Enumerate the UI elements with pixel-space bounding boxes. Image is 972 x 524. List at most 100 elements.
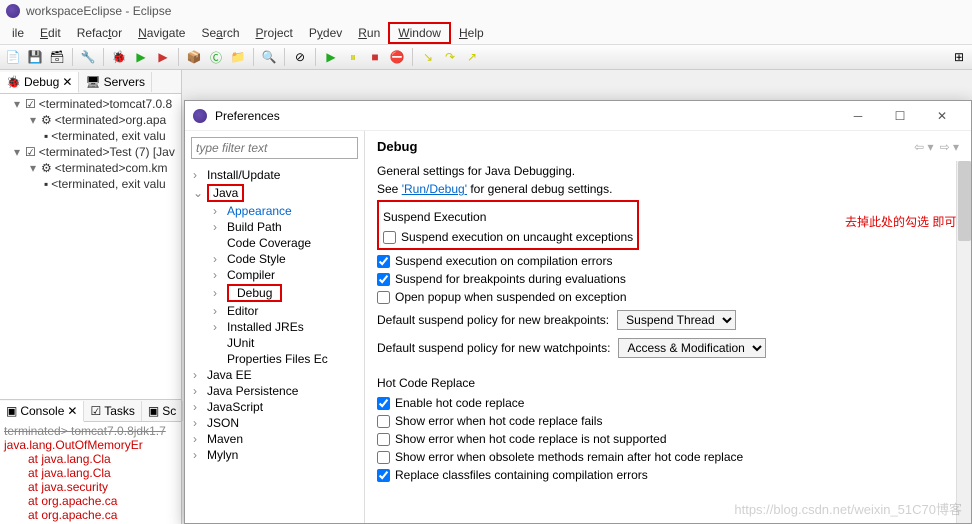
menu-window[interactable]: Window: [388, 22, 451, 44]
menu-pydev[interactable]: Pydev: [301, 24, 350, 42]
back-icon[interactable]: ⇦ ▾: [914, 140, 933, 154]
tree-propfiles[interactable]: Properties Files Ec: [185, 351, 364, 367]
stop-icon[interactable]: ■: [366, 48, 384, 66]
tree-debug[interactable]: ›Debug: [185, 283, 364, 303]
minimize-button[interactable]: ─: [837, 102, 879, 130]
tree-row[interactable]: ▪ <terminated, exit valu: [0, 176, 181, 192]
new-class-icon[interactable]: Ⓒ: [207, 48, 225, 66]
tree-java[interactable]: ⌄Java: [185, 183, 364, 203]
maximize-button[interactable]: ☐: [879, 102, 921, 130]
save-all-icon[interactable]: 🗃: [48, 48, 66, 66]
preferences-dialog: Preferences ─ ☐ ✕ ›Install/Update ⌄Java …: [184, 100, 972, 524]
tree-maven[interactable]: ›Maven: [185, 431, 364, 447]
tree-row[interactable]: ▾⚙ <terminated>org.apa: [0, 112, 181, 128]
tree-row[interactable]: ▾☑ <terminated>tomcat7.0.8: [0, 96, 181, 112]
tree-mylyn[interactable]: ›Mylyn: [185, 447, 364, 463]
tab-debug[interactable]: 🐞 Debug ✕: [0, 72, 79, 93]
menu-search[interactable]: Search: [193, 24, 247, 42]
suspend-group-title: Suspend Execution: [383, 210, 633, 224]
tree-javapers[interactable]: ›Java Persistence: [185, 383, 364, 399]
tree-install[interactable]: ›Install/Update: [185, 167, 364, 183]
menu-project[interactable]: Project: [248, 24, 301, 42]
new-icon[interactable]: 📄: [4, 48, 22, 66]
tree-row[interactable]: ▾☑ <terminated>Test (7) [Jav: [0, 144, 181, 160]
title-bar: workspaceEclipse - Eclipse: [0, 0, 972, 22]
check-hot-fails[interactable]: Show error when hot code replace fails: [377, 412, 959, 430]
check-breakpoints[interactable]: Suspend for breakpoints during evaluatio…: [377, 270, 959, 288]
menu-refactor[interactable]: Refactor: [69, 24, 130, 42]
checkbox-uncaught[interactable]: [383, 231, 396, 244]
menu-edit[interactable]: Edit: [32, 24, 69, 42]
step-over-icon[interactable]: ↷: [441, 48, 459, 66]
bp-policy-row: Default suspend policy for new breakpoin…: [377, 306, 959, 334]
tree-row[interactable]: ▾⚙ <terminated>com.km: [0, 160, 181, 176]
scroll-thumb[interactable]: [958, 161, 971, 241]
filter-box: [191, 137, 358, 159]
bp-label: Default suspend policy for new breakpoin…: [377, 313, 609, 327]
tab-servers[interactable]: 🖥 Servers: [79, 72, 152, 92]
stacktrace: java.lang.OutOfMemoryEr at java.lang.Cla…: [4, 438, 177, 522]
tree-row[interactable]: ▪ <terminated, exit valu: [0, 128, 181, 144]
run-ext-icon[interactable]: ▶: [154, 48, 172, 66]
tab-tasks[interactable]: ☑ Tasks: [84, 401, 141, 421]
tab-console[interactable]: ▣ Console ✕: [0, 401, 84, 422]
perspective-icon[interactable]: ⊞: [950, 48, 968, 66]
debug-icon[interactable]: 🐞: [110, 48, 128, 66]
run-icon[interactable]: ▶: [132, 48, 150, 66]
tree-compiler[interactable]: ›Compiler: [185, 267, 364, 283]
search-icon[interactable]: 🔍: [260, 48, 278, 66]
tree-junit[interactable]: JUnit: [185, 335, 364, 351]
step-return-icon[interactable]: ↗: [463, 48, 481, 66]
prefs-page-header: Debug ⇦ ▾ ⇨ ▾: [377, 139, 959, 154]
suspend-box: Suspend Execution Suspend execution on u…: [377, 200, 639, 250]
tree-codecov[interactable]: Code Coverage: [185, 235, 364, 251]
check-hot-obsolete[interactable]: Show error when obsolete methods remain …: [377, 448, 959, 466]
run-debug-link[interactable]: 'Run/Debug': [402, 182, 467, 196]
toolbar: 📄 💾 🗃 🔧 🐞 ▶ ▶ 📦 Ⓒ 📁 🔍 ⊘ ▶ ⏸ ■ ⛔ ↘ ↷ ↗ ⊞: [0, 44, 972, 70]
step-into-icon[interactable]: ↘: [419, 48, 437, 66]
checkbox-compilation[interactable]: [377, 255, 390, 268]
tree-buildpath[interactable]: ›Build Path: [185, 219, 364, 235]
skip-bp-icon[interactable]: ⊘: [291, 48, 309, 66]
check-uncaught[interactable]: Suspend execution on uncaught exceptions: [383, 228, 633, 246]
console-tabs: ▣ Console ✕ ☑ Tasks ▣ Sc: [0, 400, 181, 422]
dialog-body: ›Install/Update ⌄Java ›Appearance ›Build…: [185, 131, 971, 523]
bp-select[interactable]: Suspend Thread: [617, 310, 736, 330]
menu-run[interactable]: Run: [350, 24, 388, 42]
checkbox-breakpoints[interactable]: [377, 273, 390, 286]
tree-json[interactable]: ›JSON: [185, 415, 364, 431]
checkbox-popup[interactable]: [377, 291, 390, 304]
new-pkg-icon[interactable]: 📦: [185, 48, 203, 66]
forward-icon[interactable]: ⇨ ▾: [940, 140, 959, 154]
menu-navigate[interactable]: Navigate: [130, 24, 193, 42]
check-hot-unsupported[interactable]: Show error when hot code replace is not …: [377, 430, 959, 448]
filter-input[interactable]: [191, 137, 358, 159]
suspend-icon[interactable]: ⏸: [344, 48, 362, 66]
save-icon[interactable]: 💾: [26, 48, 44, 66]
check-hot-replace[interactable]: Replace classfiles containing compilatio…: [377, 466, 959, 484]
check-hot-enable[interactable]: Enable hot code replace: [377, 394, 959, 412]
tool-icon[interactable]: 🔧: [79, 48, 97, 66]
tree-appearance[interactable]: ›Appearance: [185, 203, 364, 219]
checkbox-hot-unsupported[interactable]: [377, 433, 390, 446]
tab-sc[interactable]: ▣ Sc: [142, 401, 183, 421]
checkbox-hot-enable[interactable]: [377, 397, 390, 410]
new-folder-icon[interactable]: 📁: [229, 48, 247, 66]
tree-jres[interactable]: ›Installed JREs: [185, 319, 364, 335]
close-button[interactable]: ✕: [921, 102, 963, 130]
menu-file[interactable]: ile: [4, 24, 32, 42]
checkbox-hot-obsolete[interactable]: [377, 451, 390, 464]
checkbox-hot-fails[interactable]: [377, 415, 390, 428]
check-popup[interactable]: Open popup when suspended on exception: [377, 288, 959, 306]
tree-javascript[interactable]: ›JavaScript: [185, 399, 364, 415]
disconnect-icon[interactable]: ⛔: [388, 48, 406, 66]
tree-codestyle[interactable]: ›Code Style: [185, 251, 364, 267]
resume-icon[interactable]: ▶: [322, 48, 340, 66]
wp-select[interactable]: Access & Modification: [618, 338, 766, 358]
scrollbar[interactable]: [956, 161, 971, 523]
menu-help[interactable]: Help: [451, 24, 492, 42]
checkbox-hot-replace[interactable]: [377, 469, 390, 482]
check-compilation[interactable]: Suspend execution on compilation errors: [377, 252, 959, 270]
tree-editor[interactable]: ›Editor: [185, 303, 364, 319]
tree-javaee[interactable]: ›Java EE: [185, 367, 364, 383]
